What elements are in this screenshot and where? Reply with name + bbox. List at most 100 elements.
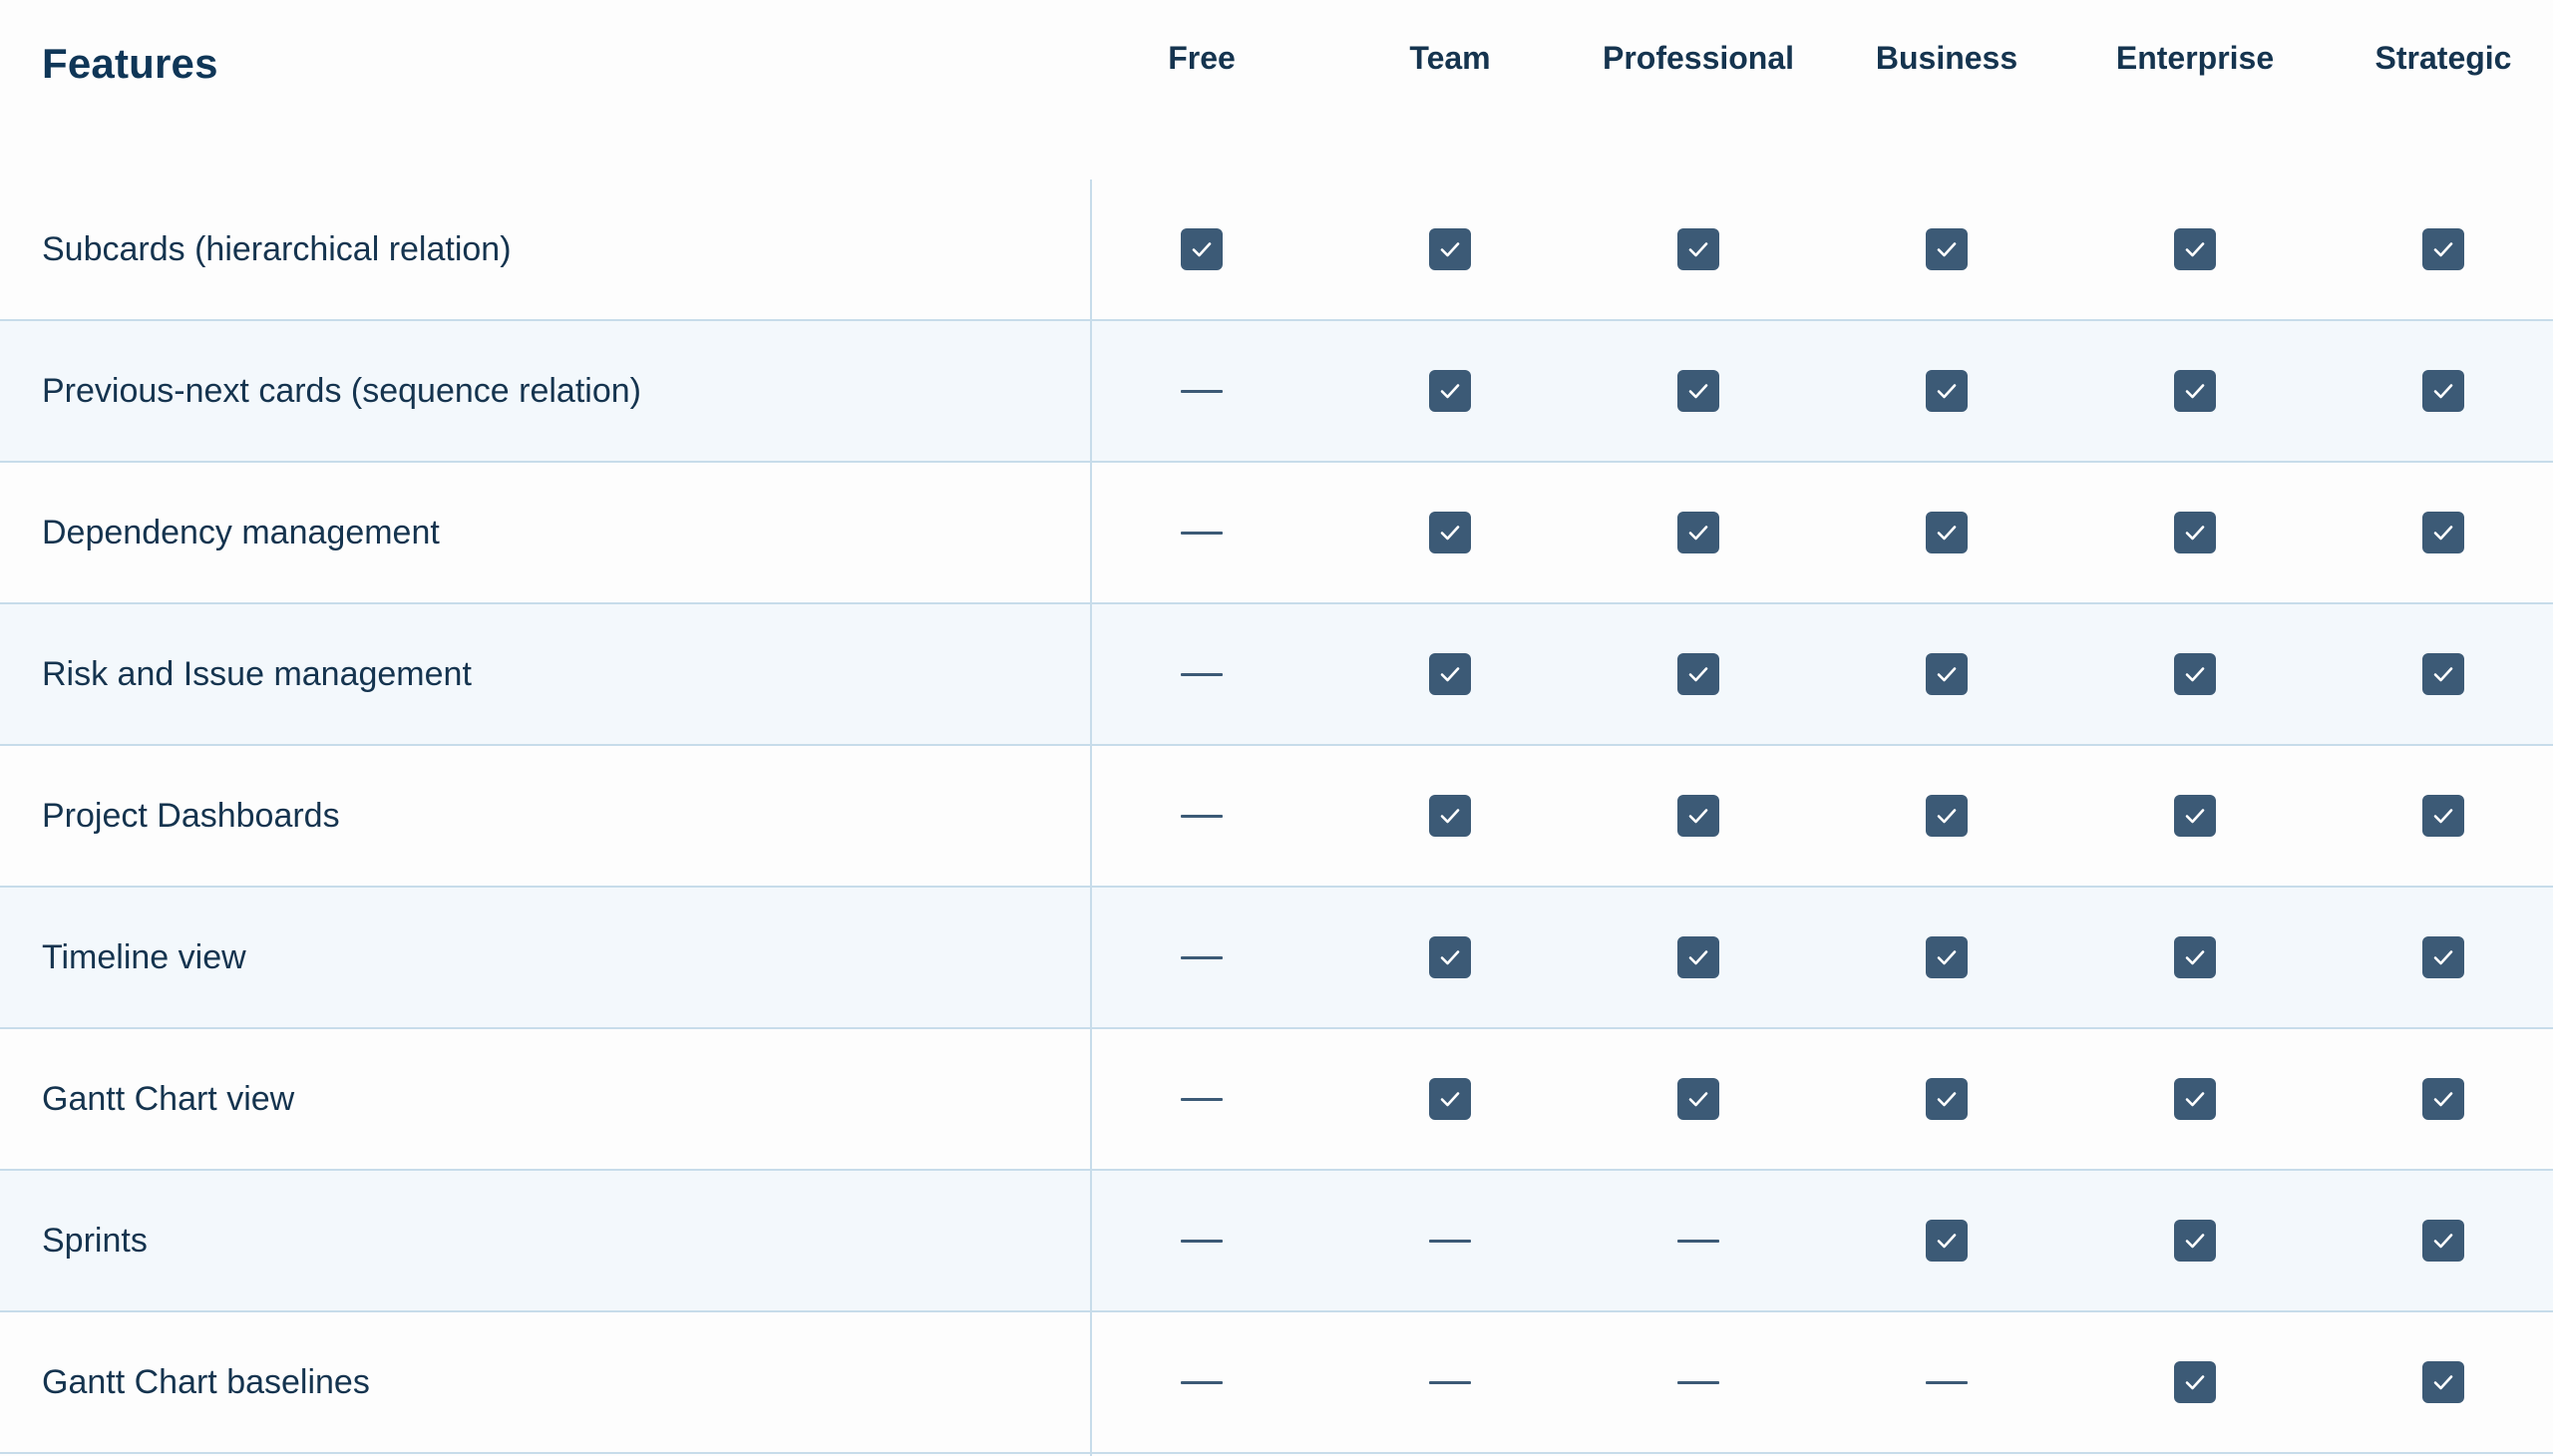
table-row: Sprints bbox=[0, 1171, 2553, 1312]
cell-team bbox=[1350, 1312, 1550, 1452]
dash-icon bbox=[1181, 1380, 1223, 1384]
cell-strategic bbox=[2344, 888, 2543, 1027]
cell-business bbox=[1847, 321, 2046, 461]
check-icon bbox=[2174, 512, 2216, 553]
table-row: Timeline view bbox=[0, 888, 2553, 1029]
check-icon bbox=[2174, 1220, 2216, 1262]
cell-team bbox=[1350, 1029, 1550, 1169]
dash-icon bbox=[1677, 1380, 1719, 1384]
check-icon bbox=[2422, 370, 2464, 412]
dash-icon bbox=[1926, 1380, 1968, 1384]
plan-header-business: Business bbox=[1875, 40, 2018, 76]
cell-business bbox=[1847, 888, 2046, 1027]
feature-comparison-table: Features Free Team Professional Business… bbox=[0, 0, 2553, 1456]
table-row: Gantt Chart baselines bbox=[0, 1312, 2553, 1454]
plan-header-free: Free bbox=[1168, 40, 1236, 76]
check-icon bbox=[2422, 512, 2464, 553]
feature-label: Subcards (hierarchical relation) bbox=[42, 230, 512, 268]
check-icon bbox=[2422, 1220, 2464, 1262]
cell-enterprise bbox=[2095, 604, 2295, 744]
check-icon bbox=[2422, 936, 2464, 978]
table-row: Project Dashboards bbox=[0, 746, 2553, 888]
cell-team bbox=[1350, 180, 1550, 319]
cell-professional bbox=[1599, 321, 1798, 461]
cell-team bbox=[1350, 746, 1550, 886]
features-title: Features bbox=[42, 40, 218, 87]
check-icon bbox=[1429, 795, 1471, 837]
check-icon bbox=[2422, 1078, 2464, 1120]
dash-icon bbox=[1181, 1239, 1223, 1243]
check-icon bbox=[1926, 512, 1968, 553]
cell-free bbox=[1102, 180, 1301, 319]
check-icon bbox=[1926, 1078, 1968, 1120]
feature-label: Sprints bbox=[42, 1222, 148, 1260]
cell-free bbox=[1102, 321, 1301, 461]
cell-strategic bbox=[2344, 1171, 2543, 1310]
cell-strategic bbox=[2344, 321, 2543, 461]
check-icon bbox=[1429, 228, 1471, 270]
feature-label: Project Dashboards bbox=[42, 797, 340, 835]
cell-enterprise bbox=[2095, 321, 2295, 461]
cell-business bbox=[1847, 1312, 2046, 1452]
plan-header-professional: Professional bbox=[1602, 40, 1795, 76]
check-icon bbox=[2422, 795, 2464, 837]
feature-label: Timeline view bbox=[42, 938, 246, 976]
cell-business bbox=[1847, 746, 2046, 886]
table-header: Features Free Team Professional Business… bbox=[0, 0, 2553, 180]
check-icon bbox=[1926, 1220, 1968, 1262]
cell-enterprise bbox=[2095, 1171, 2295, 1310]
cell-team bbox=[1350, 888, 1550, 1027]
cell-team bbox=[1350, 321, 1550, 461]
cell-enterprise bbox=[2095, 888, 2295, 1027]
cell-enterprise bbox=[2095, 180, 2295, 319]
check-icon bbox=[1429, 1078, 1471, 1120]
dash-icon bbox=[1181, 814, 1223, 818]
cell-strategic bbox=[2344, 1029, 2543, 1169]
feature-label: Dependency management bbox=[42, 514, 440, 551]
cell-professional bbox=[1599, 1171, 1798, 1310]
plan-header-enterprise: Enterprise bbox=[2115, 40, 2275, 76]
dash-icon bbox=[1429, 1239, 1471, 1243]
check-icon bbox=[1429, 512, 1471, 553]
cell-strategic bbox=[2344, 1312, 2543, 1452]
check-icon bbox=[1677, 795, 1719, 837]
cell-strategic bbox=[2344, 746, 2543, 886]
check-icon bbox=[2174, 653, 2216, 695]
dash-icon bbox=[1429, 1380, 1471, 1384]
plan-header-strategic: Strategic bbox=[2374, 40, 2512, 76]
cell-free bbox=[1102, 463, 1301, 602]
check-icon bbox=[1677, 512, 1719, 553]
dash-icon bbox=[1677, 1239, 1719, 1243]
cell-free bbox=[1102, 746, 1301, 886]
check-icon bbox=[2174, 1361, 2216, 1403]
cell-free bbox=[1102, 1029, 1301, 1169]
table-row: Dependency management bbox=[0, 463, 2553, 604]
check-icon bbox=[1677, 653, 1719, 695]
check-icon bbox=[2422, 1361, 2464, 1403]
cell-business bbox=[1847, 180, 2046, 319]
cell-strategic bbox=[2344, 463, 2543, 602]
cell-team bbox=[1350, 1171, 1550, 1310]
plan-header-team: Team bbox=[1409, 40, 1491, 76]
cell-enterprise bbox=[2095, 463, 2295, 602]
cell-enterprise bbox=[2095, 746, 2295, 886]
check-icon bbox=[1429, 370, 1471, 412]
dash-icon bbox=[1181, 955, 1223, 959]
check-icon bbox=[1926, 370, 1968, 412]
check-icon bbox=[2174, 370, 2216, 412]
check-icon bbox=[2174, 228, 2216, 270]
check-icon bbox=[1926, 795, 1968, 837]
cell-professional bbox=[1599, 888, 1798, 1027]
check-icon bbox=[2422, 653, 2464, 695]
cell-professional bbox=[1599, 746, 1798, 886]
check-icon bbox=[1926, 228, 1968, 270]
check-icon bbox=[2174, 936, 2216, 978]
feature-label: Gantt Chart baselines bbox=[42, 1363, 370, 1401]
check-icon bbox=[1677, 1078, 1719, 1120]
check-icon bbox=[1677, 228, 1719, 270]
cell-business bbox=[1847, 1171, 2046, 1310]
check-icon bbox=[1677, 936, 1719, 978]
check-icon bbox=[2422, 228, 2464, 270]
check-icon bbox=[2174, 795, 2216, 837]
cell-enterprise bbox=[2095, 1312, 2295, 1452]
